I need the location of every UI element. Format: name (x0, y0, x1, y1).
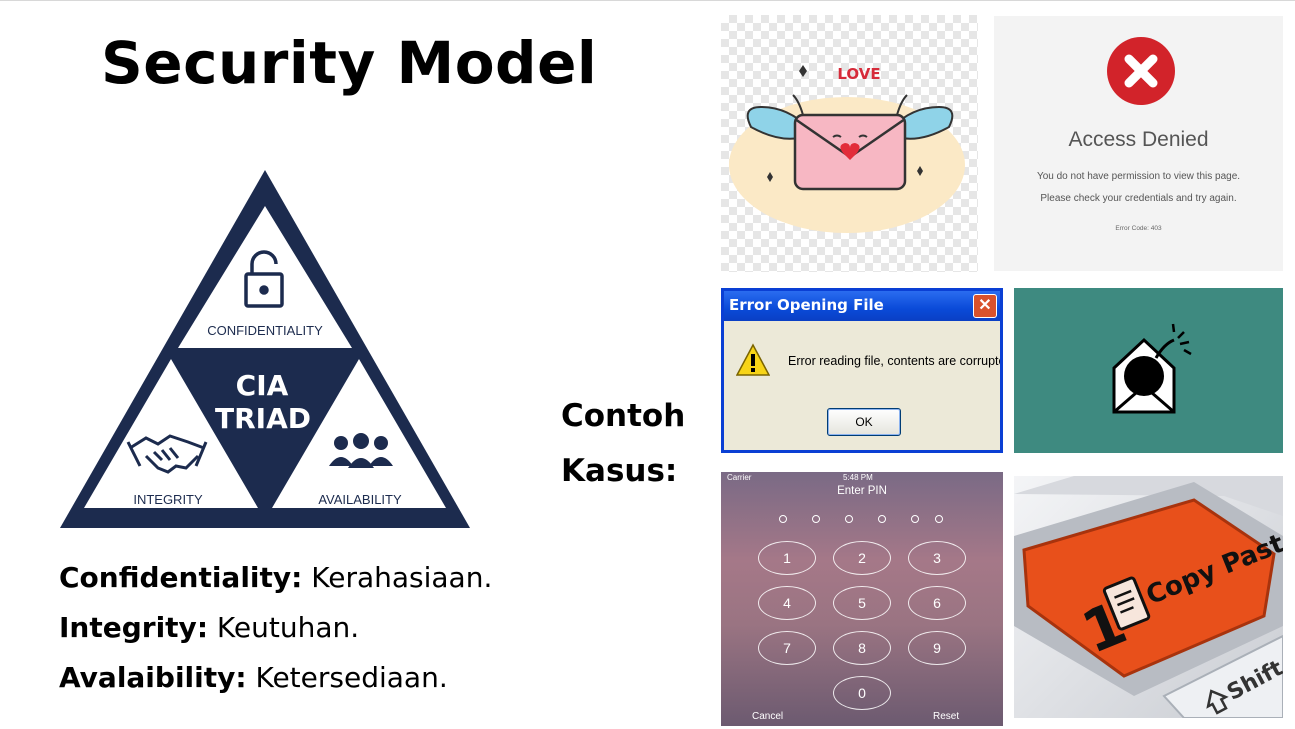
definition-term: Confidentiality: (59, 561, 303, 594)
pin-key-4: 4 (758, 586, 816, 620)
cia-label: CIA (236, 369, 289, 402)
access-denied-image: Access Denied You do not have permission… (994, 16, 1283, 271)
pin-dot (779, 515, 787, 523)
pin-dot (812, 515, 820, 523)
definition-meaning: Keutuhan. (208, 611, 360, 644)
pin-entry-image: Carrier 5:48 PM Enter PIN 1 2 3 4 5 6 7 … (721, 472, 1003, 726)
love-word: LOVE (837, 65, 880, 83)
pin-key-6: 6 (908, 586, 966, 620)
pin-dot (845, 515, 853, 523)
pin-dot (878, 515, 886, 523)
definition-meaning: Kerahasiaan. (302, 561, 493, 594)
integrity-label: INTEGRITY (133, 492, 203, 507)
definitions-list: Confidentiality: Kerahasiaan. Integrity:… (59, 557, 492, 707)
definition-availability: Avalaibility: Ketersediaan. (59, 657, 492, 707)
pin-dot (911, 515, 919, 523)
error-dialog-image: Error Opening File ✕ Error reading file,… (721, 288, 1003, 453)
pin-key-8: 8 (833, 631, 891, 665)
cia-triad-diagram: CONFIDENTIALITY CIA TRIAD INTEGRITY AVAI… (60, 170, 470, 528)
phone-status-bar: Carrier 5:48 PM (721, 472, 1003, 484)
copy-paste-key-image: 1 Copy Paste Shift (1014, 476, 1283, 718)
kasus-word: Kasus: (561, 453, 678, 489)
access-denied-line1: You do not have permission to view this … (1036, 171, 1241, 182)
triad-label: TRIAD (215, 402, 311, 435)
pin-reset: Reset (933, 711, 960, 722)
definition-term: Avalaibility: (59, 661, 247, 694)
pin-key-1: 1 (758, 541, 816, 575)
definition-confidentiality: Confidentiality: Kerahasiaan. (59, 557, 492, 607)
warning-icon (736, 343, 770, 376)
access-denied-title: Access Denied (1068, 128, 1209, 151)
ok-button: OK (827, 408, 901, 436)
pin-dots (777, 515, 947, 523)
definition-meaning: Ketersediaan. (246, 661, 448, 694)
close-icon: ✕ (973, 294, 997, 318)
slide: Security Model CONFIDENTIALITY CIA TRIAD… (0, 0, 1295, 729)
error-x-icon (1107, 37, 1175, 105)
pin-key-3: 3 (908, 541, 966, 575)
availability-label: AVAILABILITY (318, 492, 402, 507)
pin-key-7: 7 (758, 631, 816, 665)
love-envelope-image: LOVE (721, 15, 978, 272)
pin-dot (935, 515, 943, 523)
dialog-message: Error reading file, contents are corrupt… (788, 354, 1003, 368)
definition-integrity: Integrity: Keutuhan. (59, 607, 492, 657)
confidentiality-label: CONFIDENTIALITY (207, 323, 323, 338)
pin-cancel: Cancel (752, 711, 784, 722)
mail-bomb-image (1014, 288, 1283, 453)
dialog-title: Error Opening File (729, 296, 884, 314)
contoh-kasus-label: Contoh Kasus: (561, 389, 685, 499)
time-text: 5:48 PM (843, 473, 873, 482)
pin-key-5: 5 (833, 586, 891, 620)
pin-key-0: 0 (833, 676, 891, 710)
pin-key-9: 9 (908, 631, 966, 665)
mail-bomb-icon (1112, 323, 1192, 414)
definition-term: Integrity: (59, 611, 209, 644)
contoh-word: Contoh (561, 398, 686, 434)
access-denied-code: Error Code: 403 (1115, 225, 1162, 232)
carrier-text: Carrier (727, 473, 752, 482)
enter-pin-heading: Enter PIN (837, 485, 887, 497)
slide-title: Security Model (101, 29, 598, 97)
access-denied-line2: Please check your credentials and try ag… (1040, 193, 1237, 204)
dialog-titlebar: Error Opening File ✕ (724, 291, 1000, 321)
pin-key-2: 2 (833, 541, 891, 575)
